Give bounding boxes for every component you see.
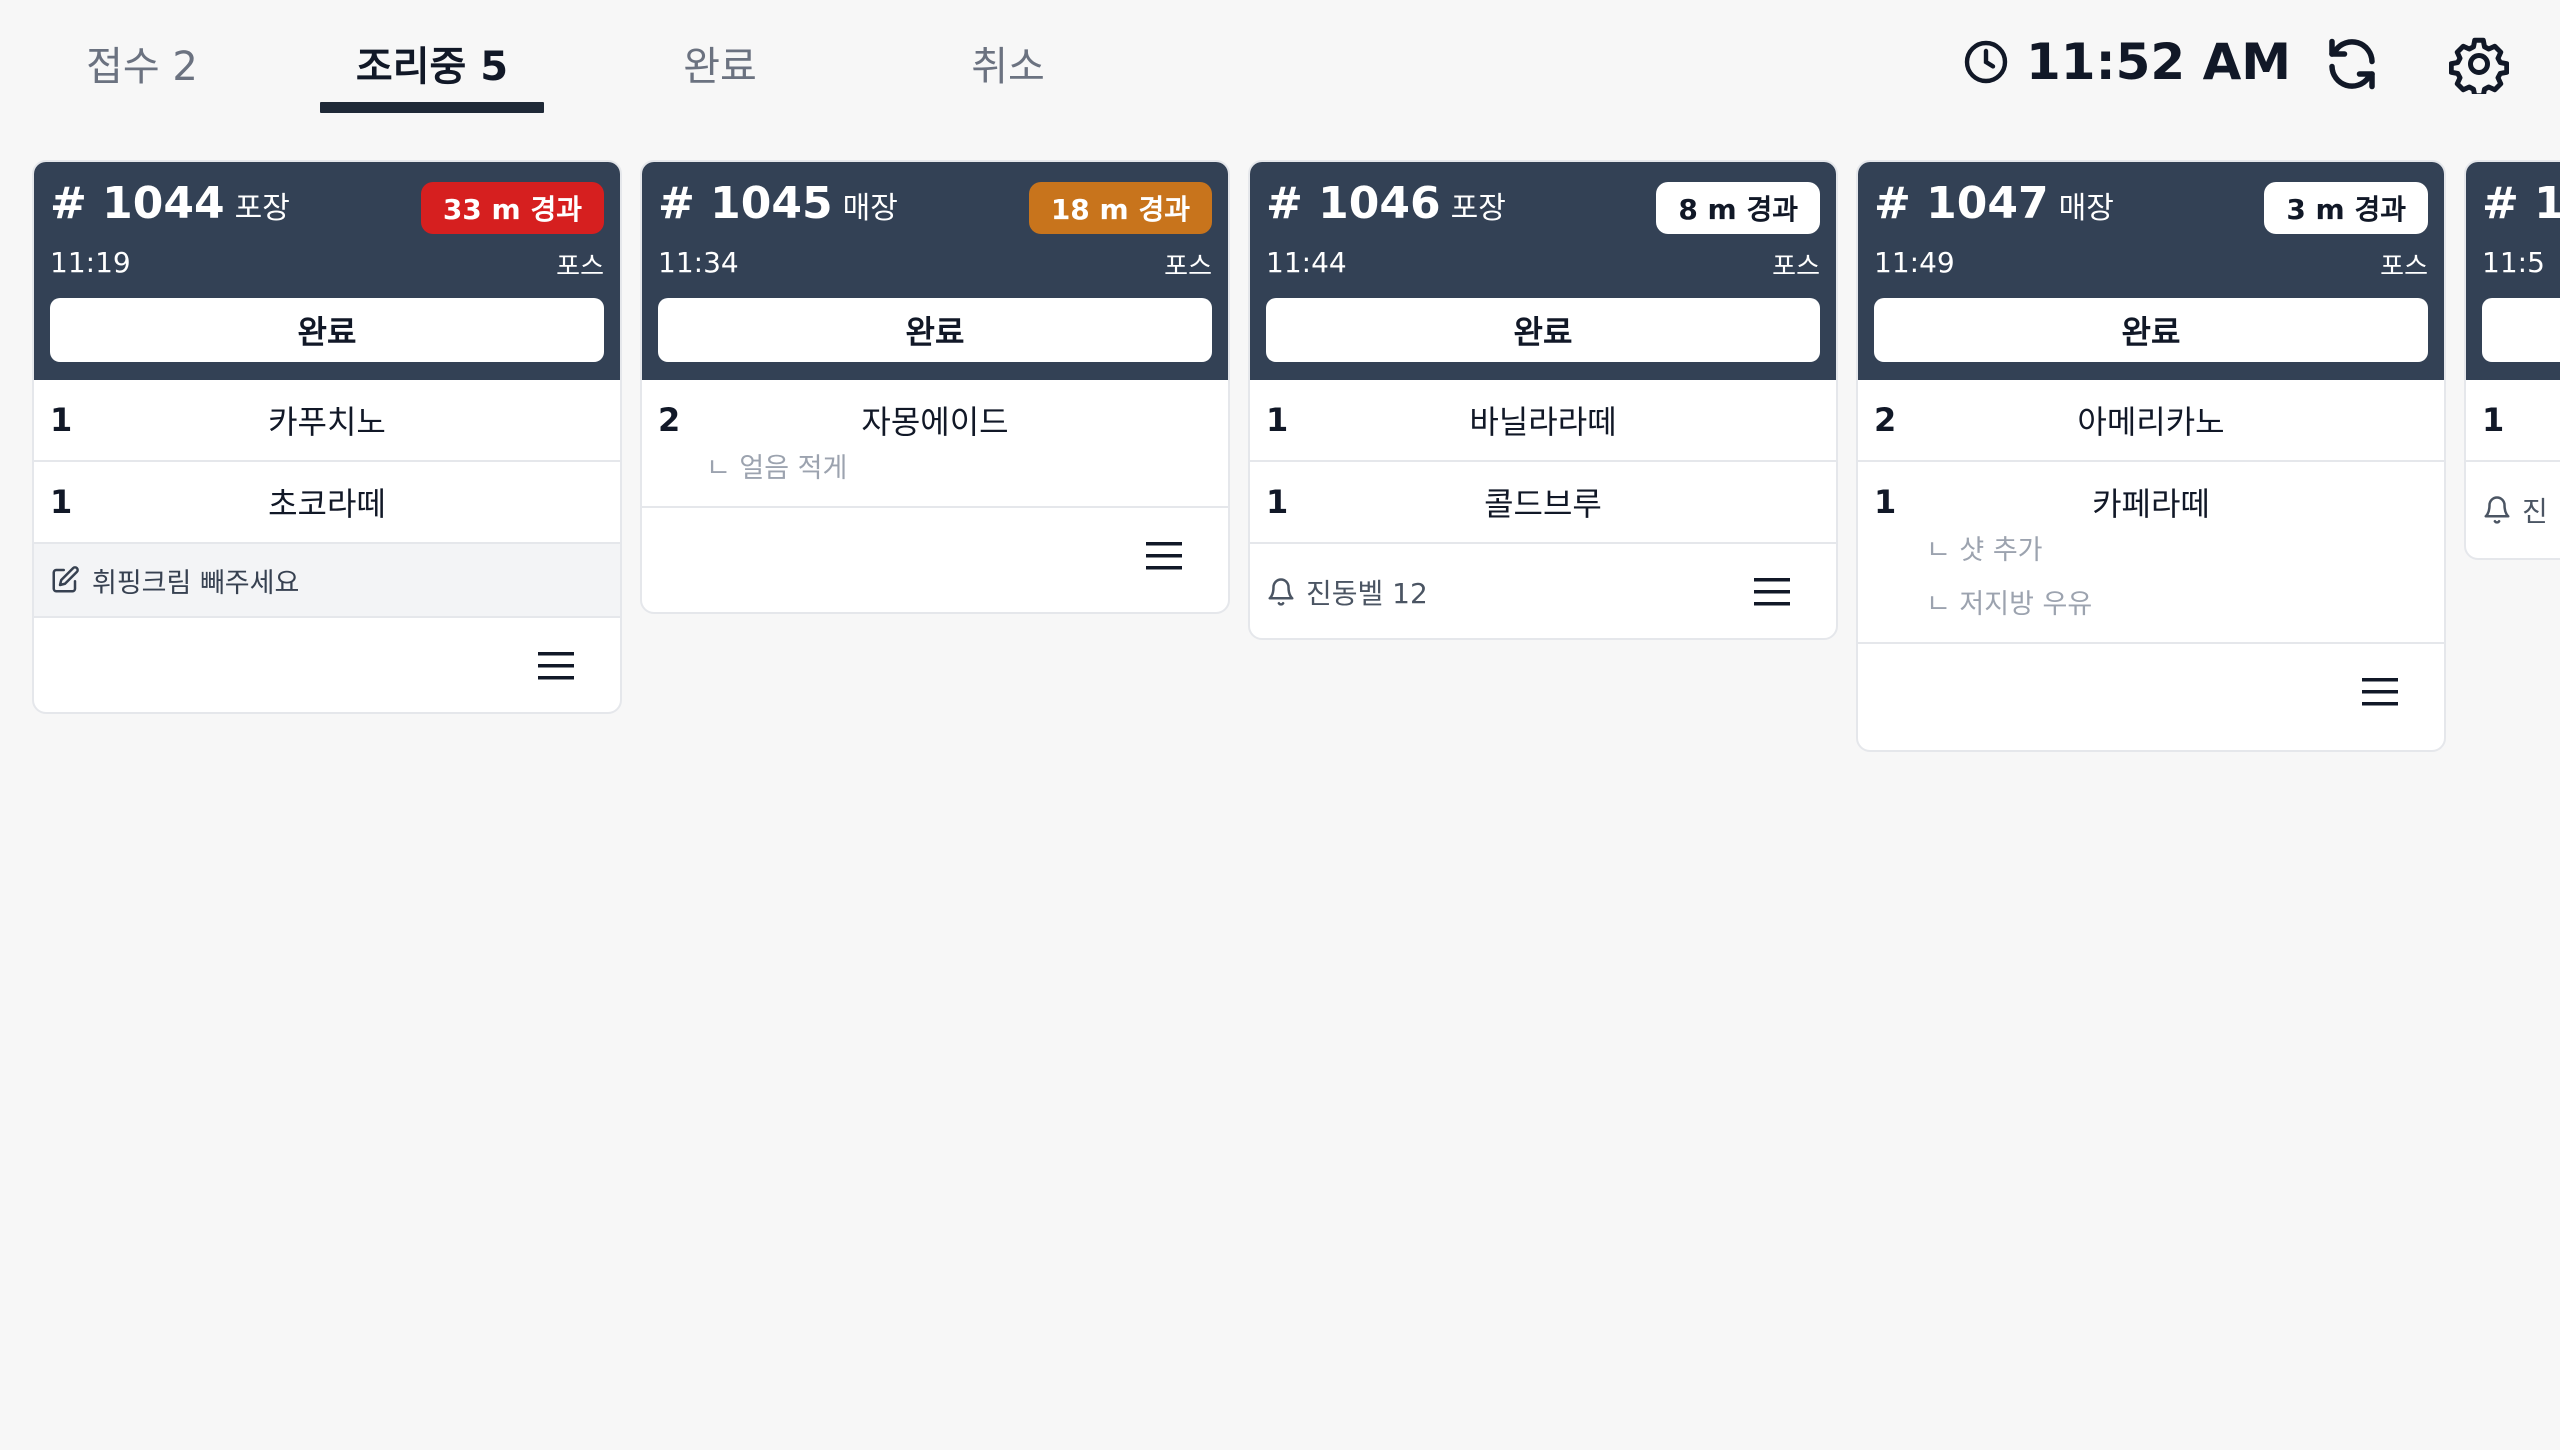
list-item: 1 바닐라라떼 <box>1250 380 1836 462</box>
complete-button[interactable]: 완료 <box>50 298 604 362</box>
order-type: 매장 <box>2058 191 2114 226</box>
pager-number: 진 <box>2522 495 2548 528</box>
list-item: 1 카푸치노 <box>34 380 620 462</box>
order-card: # 1045 매장 18 m 경과 11:34 포스 완료 2 자몽에이드 ㄴ 얼음… <box>640 160 1230 614</box>
order-time: 11:19 <box>50 246 131 279</box>
tab-received[interactable]: 접수 2 <box>60 0 224 120</box>
menu-button[interactable] <box>1144 538 1184 574</box>
order-number: # 1045 매장 <box>658 178 898 229</box>
elapsed-badge: 3 m 경과 <box>2264 182 2428 234</box>
refresh-icon <box>2322 34 2382 94</box>
complete-button[interactable]: 완료 <box>1266 298 1820 362</box>
gear-icon <box>2449 34 2509 94</box>
order-source: 포스 <box>1772 252 1820 282</box>
elapsed-badge: 33 m 경과 <box>420 182 604 234</box>
order-card-footer: 진 <box>2466 462 2560 558</box>
edit-icon <box>50 565 80 595</box>
tab-cancelled[interactable]: 취소 <box>924 0 1092 120</box>
order-source: 포스 <box>556 252 604 282</box>
menu-icon <box>538 652 574 680</box>
order-type: 포장 <box>1450 191 1506 226</box>
list-item: 1 콜드브루 <box>1250 462 1836 544</box>
list-item: 2 자몽에이드 ㄴ 얼음 적게 <box>642 380 1228 508</box>
order-number: # 1046 포장 <box>1266 178 1506 229</box>
elapsed-badge: 18 m 경과 <box>1028 182 1212 234</box>
bell-icon <box>1266 577 1296 607</box>
refresh-button[interactable] <box>2320 32 2384 96</box>
order-card-footer <box>642 508 1228 604</box>
clock: 11:52 AM <box>1962 30 2291 94</box>
memo-text: 휘핑크림 빼주세요 <box>92 567 300 599</box>
order-card-header: # 1045 매장 18 m 경과 11:34 포스 완료 <box>642 162 1228 380</box>
item-name: 초코라떼 <box>268 485 386 523</box>
order-card: # 1 11:5 1 진 <box>2464 160 2560 560</box>
order-number: # 1044 포장 <box>50 178 290 229</box>
list-item: 1 카페라떼 ㄴ 샷 추가 ㄴ 저지방 우유 <box>1858 462 2444 644</box>
list-item: 1 <box>2466 380 2560 462</box>
order-time: 11:49 <box>1874 246 1955 279</box>
pager-number: 진동벨 12 <box>1306 577 1428 610</box>
order-type: 포장 <box>234 191 290 226</box>
menu-icon <box>2362 678 2398 706</box>
order-card: # 1047 매장 3 m 경과 11:49 포스 완료 2 아메리카노 1 카페라떼… <box>1856 160 2446 752</box>
list-item: 2 아메리카노 <box>1858 380 2444 462</box>
order-card-footer <box>34 618 620 712</box>
order-card-header: # 1 11:5 <box>2466 162 2560 380</box>
menu-button[interactable] <box>2360 674 2400 710</box>
order-source: 포스 <box>1164 252 1212 282</box>
item-name: 자몽에이드 <box>861 403 1009 441</box>
order-time: 11:5 <box>2482 246 2545 279</box>
menu-button[interactable] <box>1752 574 1792 610</box>
order-number: # 1047 매장 <box>1874 178 2114 229</box>
order-board: # 1044 포장 33 m 경과 11:19 포스 완료 1 카푸치노 1 초코라떼… <box>0 160 2560 1450</box>
clock-icon <box>1962 38 2010 86</box>
elapsed-badge: 8 m 경과 <box>1656 182 1820 234</box>
complete-button[interactable] <box>2482 298 2560 362</box>
pager-info: 진 <box>2482 490 2548 530</box>
clock-time: 11:52 AM <box>2026 33 2292 91</box>
order-time: 11:44 <box>1266 246 1347 279</box>
order-card-footer: 진동벨 12 <box>1250 544 1836 638</box>
order-card: # 1044 포장 33 m 경과 11:19 포스 완료 1 카푸치노 1 초코라떼… <box>32 160 622 714</box>
order-memo: 휘핑크림 빼주세요 <box>34 544 620 618</box>
top-bar: 접수 2 조리중 5 완료 취소 11:52 AM <box>0 0 2560 120</box>
item-option: ㄴ 저지방 우유 <box>1926 589 2093 620</box>
item-name: 카푸치노 <box>268 403 386 441</box>
order-card: # 1046 포장 8 m 경과 11:44 포스 완료 1 바닐라라떼 1 콜드브루… <box>1248 160 1838 640</box>
order-card-header: # 1047 매장 3 m 경과 11:49 포스 완료 <box>1858 162 2444 380</box>
complete-button[interactable]: 완료 <box>1874 298 2428 362</box>
item-name: 아메리카노 <box>2077 403 2225 441</box>
item-quantity: 1 <box>2482 401 2505 439</box>
tab-completed[interactable]: 완료 <box>640 0 800 120</box>
menu-icon <box>1146 542 1182 570</box>
order-card-header: # 1044 포장 33 m 경과 11:19 포스 완료 <box>34 162 620 380</box>
menu-icon <box>1754 578 1790 606</box>
order-type: 매장 <box>842 191 898 226</box>
bell-icon <box>2482 495 2512 525</box>
order-time: 11:34 <box>658 246 739 279</box>
tab-cooking[interactable]: 조리중 5 <box>320 0 544 120</box>
pager-info: 진동벨 12 <box>1266 572 1428 612</box>
order-card-header: # 1046 포장 8 m 경과 11:44 포스 완료 <box>1250 162 1836 380</box>
order-source: 포스 <box>2380 252 2428 282</box>
menu-button[interactable] <box>536 648 576 684</box>
complete-button[interactable]: 완료 <box>658 298 1212 362</box>
item-name: 바닐라라떼 <box>1469 403 1617 441</box>
item-name: 콜드브루 <box>1484 485 1602 523</box>
item-name: 카페라떼 <box>2092 485 2210 523</box>
order-card-footer <box>1858 644 2444 740</box>
order-number: # 1 <box>2482 178 2560 229</box>
settings-button[interactable] <box>2447 32 2511 96</box>
list-item: 1 초코라떼 <box>34 462 620 544</box>
